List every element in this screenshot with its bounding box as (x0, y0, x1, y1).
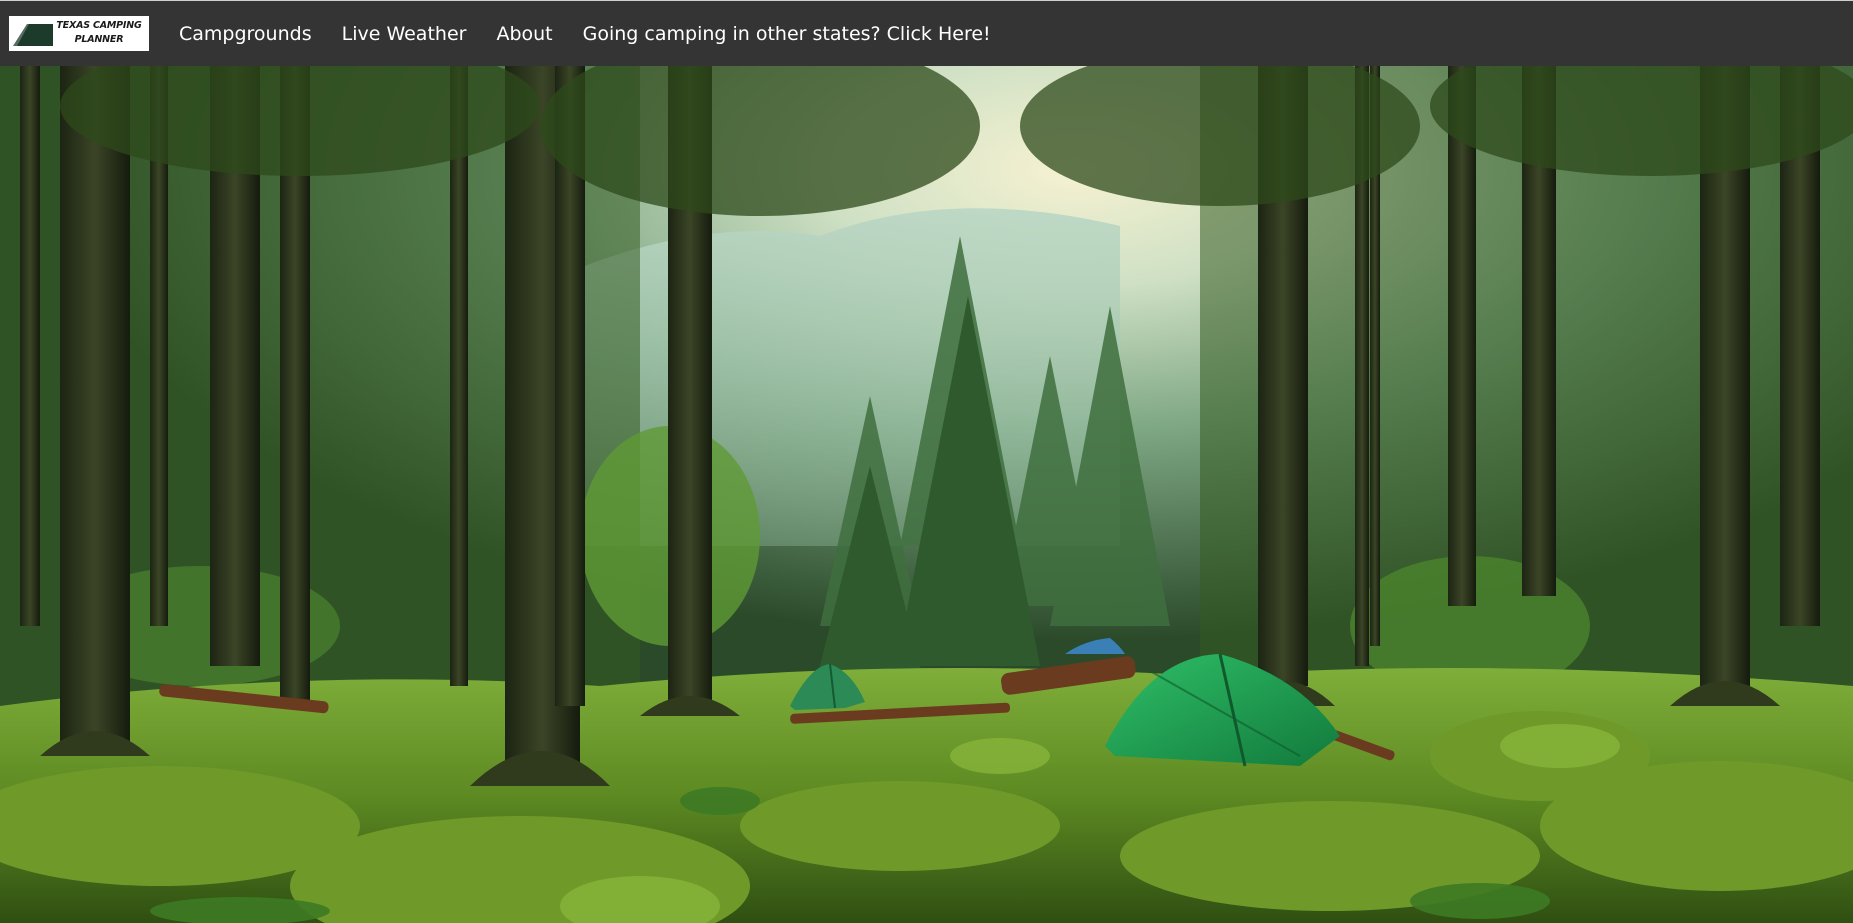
nav-link-about[interactable]: About (496, 23, 552, 45)
nav-links: Campgrounds Live Weather About Going cam… (179, 1, 1021, 67)
hero-banner (0, 66, 1853, 923)
brand-logo[interactable]: TEXAS CAMPING PLANNER (9, 16, 149, 51)
nav-link-live-weather[interactable]: Live Weather (342, 23, 467, 45)
forest-campsite-image (0, 66, 1853, 923)
nav-link-campgrounds[interactable]: Campgrounds (179, 23, 312, 45)
top-navbar: TEXAS CAMPING PLANNER Campgrounds Live W… (0, 0, 1853, 66)
brand-text: TEXAS CAMPING PLANNER (51, 19, 147, 47)
tent-logo-icon (13, 24, 53, 46)
brand-line-2: PLANNER (74, 34, 124, 45)
nav-link-other-states[interactable]: Going camping in other states? Click Her… (583, 23, 991, 45)
brand-line-1: TEXAS CAMPING (56, 20, 142, 31)
